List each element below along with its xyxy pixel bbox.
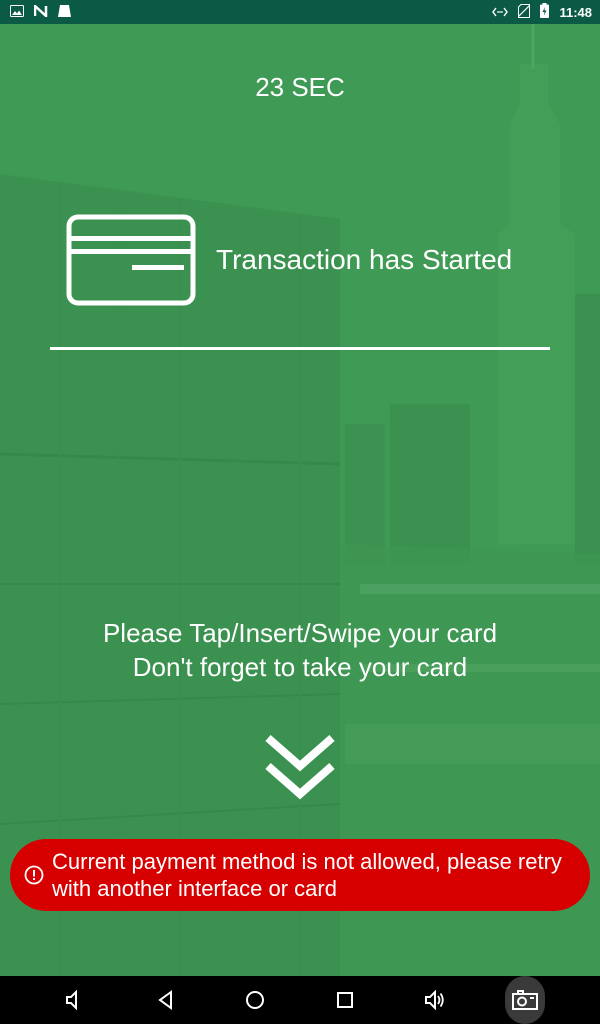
battery-charging-icon: [540, 3, 550, 21]
error-toast: Current payment method is not allowed, p…: [10, 839, 590, 911]
navigation-bar: [0, 976, 600, 1024]
n-app-icon: [33, 2, 48, 20]
payment-screen: 23 SEC Transaction has Started Please Ta…: [0, 24, 600, 976]
status-time: 11:48: [559, 4, 592, 20]
screenshot-icon[interactable]: [505, 976, 545, 1024]
volume-up-icon[interactable]: [419, 984, 451, 1016]
back-icon[interactable]: [150, 984, 182, 1016]
status-left-icons: [10, 2, 71, 20]
error-icon: [24, 865, 44, 885]
no-sim-icon: [518, 3, 531, 21]
double-chevron-down-icon: [265, 734, 335, 800]
home-icon[interactable]: [239, 984, 271, 1016]
credit-card-icon: [66, 214, 196, 306]
divider: [50, 347, 550, 350]
data-sync-icon: [492, 5, 509, 20]
notification-icon: [58, 4, 71, 20]
city-background-image: [0, 24, 600, 976]
status-right-icons: 11:48: [492, 3, 592, 21]
countdown-timer: 23 SEC: [255, 72, 345, 102]
card-instructions: Please Tap/Insert/Swipe your card Don't …: [0, 616, 600, 684]
error-message: Current payment method is not allowed, p…: [52, 849, 562, 901]
instruction-line-2: Don't forget to take your card: [132, 652, 468, 682]
image-icon: [10, 4, 24, 20]
transaction-status-title: Transaction has Started: [216, 244, 513, 275]
instruction-line-1: Please Tap/Insert/Swipe your card: [102, 618, 498, 648]
status-bar: 11:48: [0, 0, 600, 24]
volume-down-icon[interactable]: [58, 984, 90, 1016]
recents-icon[interactable]: [329, 984, 361, 1016]
